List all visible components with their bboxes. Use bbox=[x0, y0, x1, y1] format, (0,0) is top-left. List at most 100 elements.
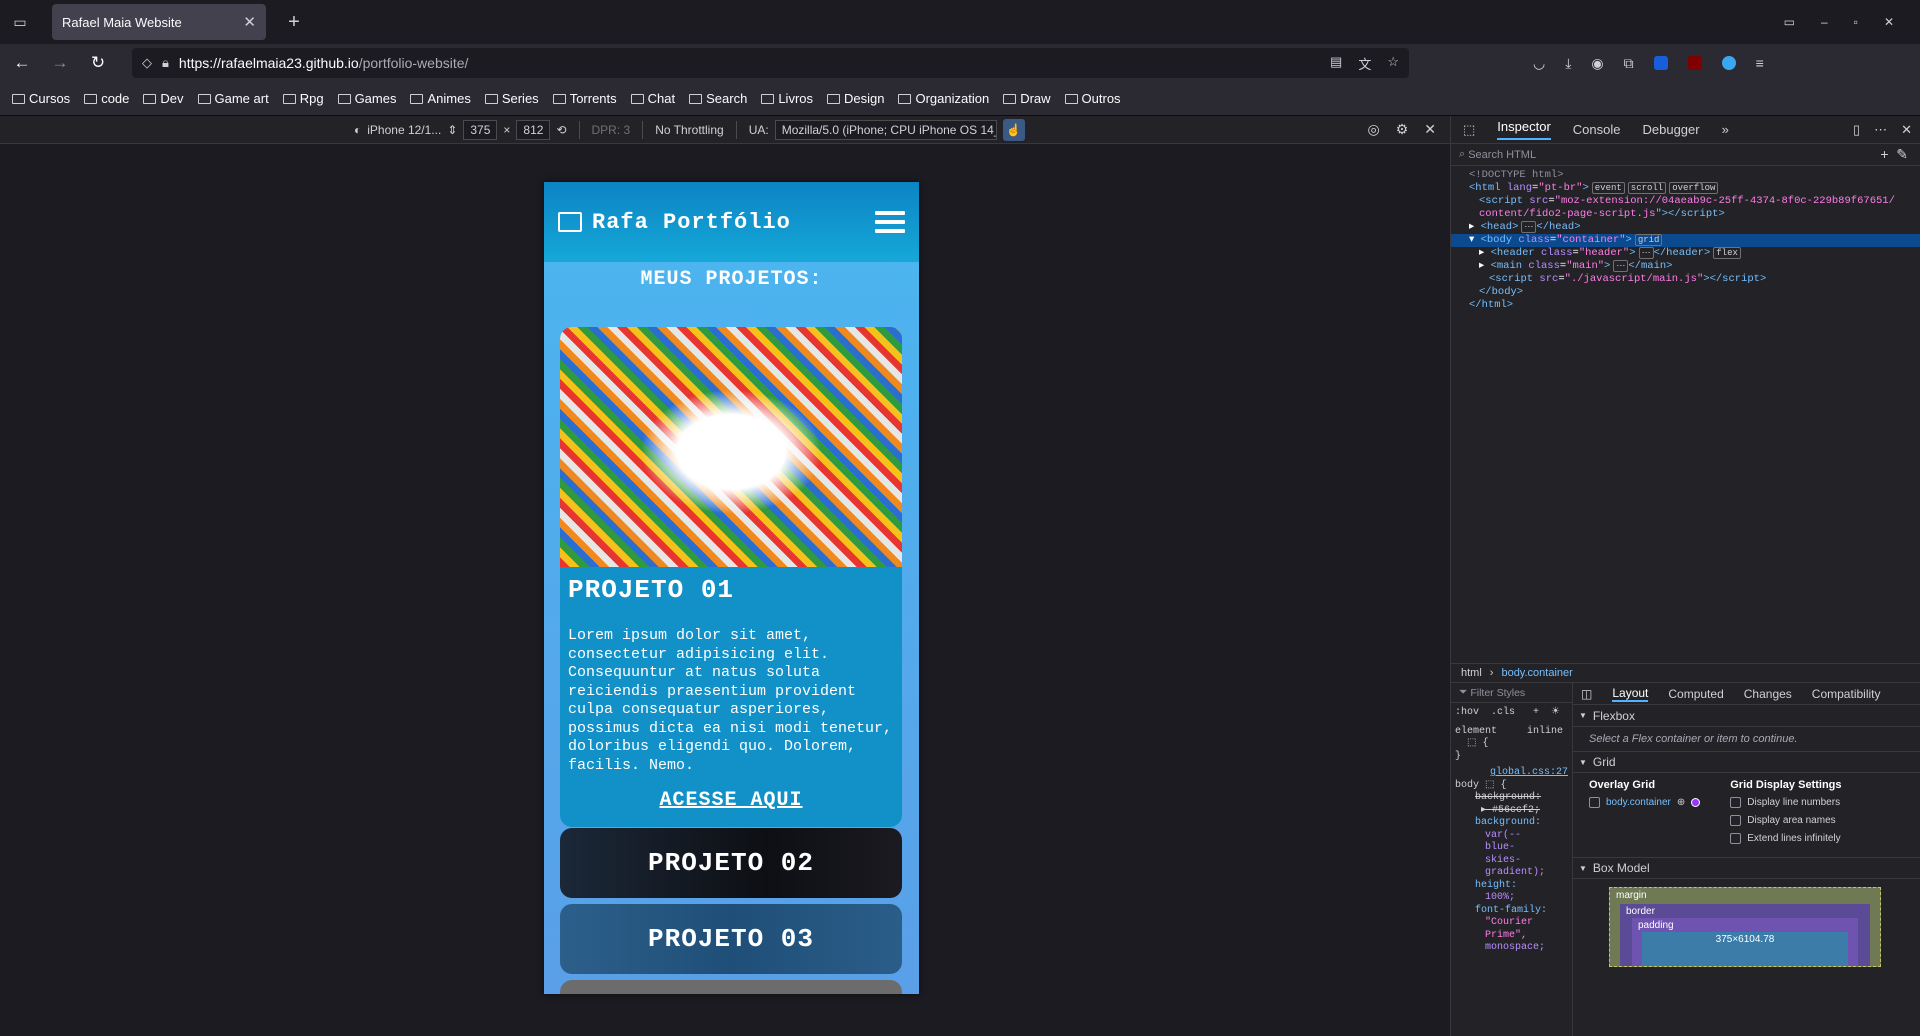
tab-console[interactable]: Console bbox=[1573, 122, 1621, 137]
flexbox-label: Flexbox bbox=[1592, 708, 1635, 723]
html-search[interactable]: ⌕ Search HTML + ✎ bbox=[1451, 144, 1920, 166]
reload-icon[interactable]: ↻ bbox=[82, 53, 114, 73]
tree-line[interactable]: content/fido2-page-script.js"></script> bbox=[1451, 208, 1920, 221]
tree-line[interactable]: </body> bbox=[1451, 286, 1920, 299]
bookmark-folder[interactable]: Torrents bbox=[552, 91, 617, 106]
target-icon[interactable]: ⊕ bbox=[1677, 797, 1685, 808]
close-tab-icon[interactable]: ✕ bbox=[243, 13, 256, 31]
tree-line[interactable]: <script src="moz-extension://04aeab9c-25… bbox=[1451, 195, 1920, 208]
pocket-icon[interactable]: ◡ bbox=[1533, 55, 1545, 72]
grid-color-swatch[interactable] bbox=[1691, 798, 1701, 807]
shield-icon[interactable]: ◇ bbox=[142, 55, 152, 71]
close-rdm-icon[interactable]: ✕ bbox=[1424, 121, 1436, 138]
options-icon[interactable]: ⋯ bbox=[1874, 122, 1887, 138]
bookmark-folder[interactable]: Animes bbox=[410, 91, 471, 106]
project-card[interactable]: PROJETO 03 bbox=[560, 904, 902, 974]
bookmark-folder[interactable]: Design bbox=[827, 91, 884, 106]
project-link[interactable]: ACESSE AQUI bbox=[560, 789, 902, 812]
grid-section[interactable]: ▼ Grid bbox=[1573, 751, 1920, 773]
user-agent-input[interactable]: Mozilla/5.0 (iPhone; CPU iPhone OS 14_6 … bbox=[774, 119, 997, 140]
project-card[interactable]: PROJETO 02 bbox=[560, 828, 902, 898]
width-input[interactable]: 375 bbox=[463, 119, 498, 140]
tree-line[interactable]: ▸ <head> ⋯ </head> bbox=[1451, 221, 1920, 234]
url-bar[interactable]: ◇ 🔒︎ https://rafaelmaia23.github.io/port… bbox=[132, 48, 1409, 78]
forward-icon[interactable]: → bbox=[44, 53, 76, 73]
extend-lines-checkbox[interactable] bbox=[1730, 833, 1742, 844]
bookmark-folder[interactable]: Search bbox=[689, 91, 747, 106]
filter-styles[interactable]: ⏷ Filter Styles bbox=[1451, 683, 1572, 703]
translate-icon[interactable]: 文 bbox=[1358, 54, 1371, 73]
line-numbers-checkbox[interactable] bbox=[1730, 797, 1742, 808]
menu-icon[interactable]: ≡ bbox=[1756, 55, 1764, 71]
bookmark-folder[interactable]: Games bbox=[337, 91, 396, 106]
back-icon[interactable]: ← bbox=[6, 53, 38, 73]
flexbox-section[interactable]: ▼ Flexbox bbox=[1573, 705, 1920, 727]
account-icon[interactable]: ◉ bbox=[1591, 55, 1603, 72]
bookmark-star-icon[interactable]: ☆ bbox=[1387, 54, 1399, 73]
breadcrumb-html[interactable]: html bbox=[1461, 667, 1482, 679]
area-names-checkbox[interactable] bbox=[1730, 815, 1742, 826]
box-model-section[interactable]: ▼ Box Model bbox=[1573, 857, 1920, 879]
tree-line[interactable]: <script src="./javascript/main.js"></scr… bbox=[1451, 273, 1920, 286]
dock-icon[interactable]: ▯ bbox=[1853, 122, 1860, 138]
new-tab-icon[interactable]: + bbox=[280, 11, 308, 34]
tab-compatibility[interactable]: Compatibility bbox=[1812, 687, 1881, 701]
tree-line[interactable]: <html lang="pt-br"> event scroll overflow bbox=[1451, 182, 1920, 195]
reader-view-icon[interactable]: ▤ bbox=[1330, 54, 1342, 73]
tab-changes[interactable]: Changes bbox=[1744, 687, 1792, 701]
bookmark-folder[interactable]: Chat bbox=[630, 91, 675, 106]
bookmark-folder[interactable]: Dev bbox=[143, 91, 184, 106]
bookmark-folder[interactable]: Draw bbox=[1003, 91, 1051, 106]
add-node-icon[interactable]: + ✎ bbox=[1880, 146, 1920, 163]
breadcrumb-body[interactable]: body.container bbox=[1501, 667, 1572, 679]
tree-line[interactable]: <!DOCTYPE html> bbox=[1451, 169, 1920, 182]
bookmark-folder[interactable]: code bbox=[84, 91, 129, 106]
tree-line-selected[interactable]: ▾ <body class="container"> grid bbox=[1451, 234, 1920, 247]
tab-list-icon[interactable]: ▭ bbox=[0, 0, 40, 44]
height-input[interactable]: 812 bbox=[516, 119, 551, 140]
screenshot-icon[interactable]: ◎ bbox=[1367, 121, 1379, 138]
bookmark-folder[interactable]: Cursos bbox=[12, 91, 70, 106]
device-select[interactable]: iPhone 12/1... bbox=[367, 123, 441, 137]
close-devtools-icon[interactable]: ✕ bbox=[1901, 122, 1912, 138]
bookmark-folder[interactable]: Organization bbox=[898, 91, 989, 106]
rotate-viewport-icon[interactable]: ⟲ bbox=[556, 123, 566, 137]
tab-debugger[interactable]: Debugger bbox=[1642, 122, 1699, 137]
bookmark-folder[interactable]: Series bbox=[484, 91, 539, 106]
throttling-select[interactable]: No Throttling bbox=[655, 123, 723, 137]
tree-line[interactable]: ▸ <main class="main"> ⋯ </main> bbox=[1451, 260, 1920, 273]
download-icon[interactable]: ⤓ bbox=[1565, 55, 1571, 72]
extensions-icon[interactable]: ⧉ bbox=[1624, 55, 1634, 72]
tree-line[interactable]: </html> bbox=[1451, 299, 1920, 312]
tab-inspector[interactable]: Inspector bbox=[1497, 119, 1551, 140]
tab-layout[interactable]: Layout bbox=[1612, 686, 1649, 702]
bookmark-folder[interactable]: Livros bbox=[761, 91, 813, 106]
sidebar-toggle-icon[interactable]: ◫ bbox=[1581, 687, 1592, 701]
bookmark-folder[interactable]: Rpg bbox=[282, 91, 324, 106]
bookmark-folder[interactable]: Game art bbox=[197, 91, 269, 106]
overlay-grid-checkbox[interactable] bbox=[1589, 797, 1600, 808]
bookmark-folder[interactable]: Outros bbox=[1064, 91, 1121, 106]
minimize-icon[interactable]: – bbox=[1821, 15, 1828, 29]
tab-computed[interactable]: Computed bbox=[1668, 687, 1723, 701]
device-rotate-icon[interactable]: ◐ bbox=[354, 123, 361, 137]
hamburger-menu-icon[interactable] bbox=[875, 211, 905, 233]
project-card[interactable] bbox=[560, 980, 902, 994]
touch-simulation-icon[interactable]: ☝ bbox=[1002, 118, 1025, 141]
dpr-select[interactable]: DPR: 3 bbox=[592, 123, 631, 137]
tree-line[interactable]: ▸ <header class="header"> ⋯ </header> flex bbox=[1451, 247, 1920, 260]
bitwarden-icon[interactable] bbox=[1653, 56, 1668, 70]
window-mode-icon[interactable]: ▭ bbox=[1784, 15, 1795, 29]
layout-tabs: ◫ Layout Computed Changes Compatibility bbox=[1573, 683, 1920, 705]
maximize-icon[interactable]: ▫ bbox=[1854, 15, 1858, 29]
extension-icon[interactable] bbox=[1721, 56, 1736, 70]
ublock-icon[interactable] bbox=[1687, 56, 1702, 70]
settings-icon[interactable]: ⚙ bbox=[1396, 121, 1409, 138]
more-tabs-icon[interactable]: » bbox=[1722, 122, 1729, 137]
lock-icon[interactable]: 🔒︎ bbox=[162, 55, 169, 71]
search-input[interactable]: Search HTML bbox=[1468, 149, 1536, 161]
browser-tab[interactable]: Rafael Maia Website ✕ bbox=[52, 4, 266, 40]
filter-input[interactable]: Filter Styles bbox=[1470, 687, 1525, 699]
pick-element-icon[interactable]: ⬚ bbox=[1463, 122, 1475, 138]
close-window-icon[interactable]: ✕ bbox=[1884, 15, 1894, 29]
